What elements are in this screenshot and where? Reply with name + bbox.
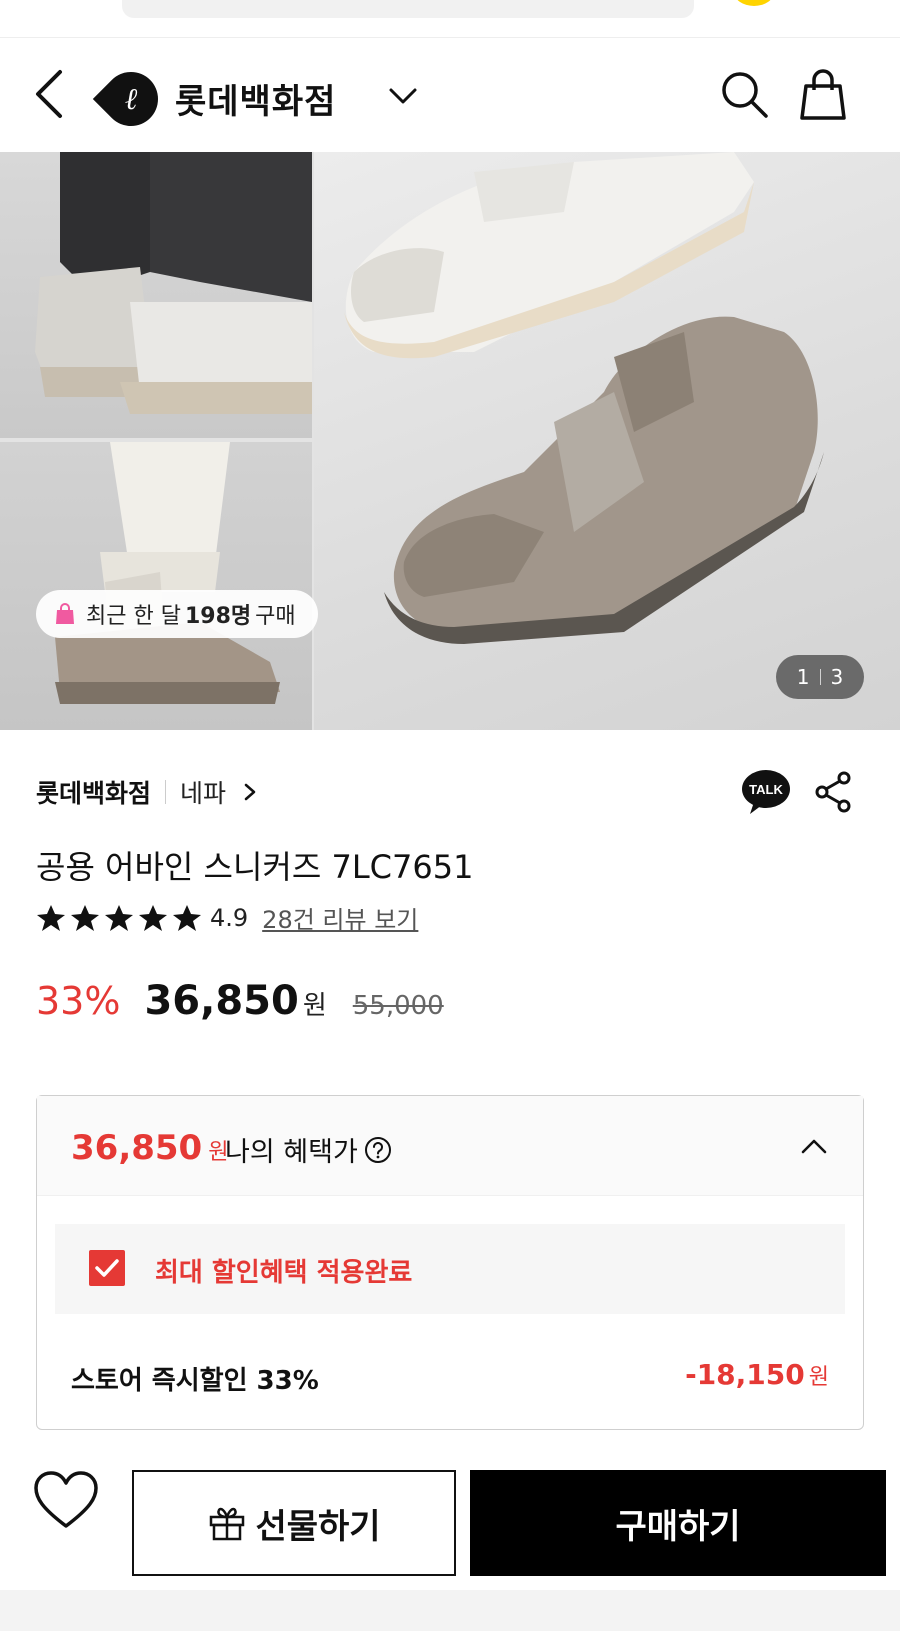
sale-price: 36,850 xyxy=(144,978,299,1024)
buy-button-label: 구매하기 xyxy=(615,1506,741,1547)
system-nav-strip xyxy=(0,1590,900,1631)
price-row: 33% 36,850 원 55,000 xyxy=(36,978,444,1024)
product-title: 공용 어바인 스니커즈 7LC7651 xyxy=(36,848,474,886)
benefit-price: 36,850 원 xyxy=(71,1128,228,1168)
discount-rate: 33% xyxy=(36,979,121,1023)
currency-unit: 원 xyxy=(302,991,327,1021)
store-discount-amount: -18,150 xyxy=(685,1358,805,1391)
buyers-count: 198명 xyxy=(184,604,252,629)
store-discount-value: -18,150 원 xyxy=(685,1358,829,1391)
chevron-right-icon xyxy=(244,783,256,801)
purchase-action-bar: 선물하기 구매하기 xyxy=(0,1448,900,1576)
brand-logo-icon: ℓ xyxy=(92,60,170,138)
original-price: 55,000 xyxy=(352,991,444,1021)
star-icon xyxy=(71,904,99,931)
benefit-price-value: 36,850 xyxy=(71,1128,203,1168)
search-icon[interactable] xyxy=(718,68,770,122)
product-image-carousel[interactable]: 최근 한 달 198명 구매 1 3 xyxy=(0,152,900,730)
worn-shoe-illustration xyxy=(35,152,312,414)
benefit-header[interactable]: 36,850 원 나의 혜택가 xyxy=(37,1096,863,1196)
buy-button[interactable]: 구매하기 xyxy=(470,1470,886,1576)
rating-stars xyxy=(36,904,202,932)
product-photo-worn-bottom xyxy=(0,442,312,730)
rating-row: 4.9 28건 리뷰 보기 xyxy=(36,900,418,935)
star-icon xyxy=(139,904,167,931)
pink-bag-icon xyxy=(56,603,74,624)
buyers-prefix: 최근 한 달 xyxy=(86,604,181,629)
chevron-down-icon[interactable] xyxy=(385,78,421,114)
star-icon xyxy=(173,904,201,931)
max-discount-applied-box: 최대 할인혜택 적용완료 xyxy=(55,1224,845,1314)
star-icon xyxy=(37,904,65,931)
recent-buyers-badge: 최근 한 달 198명 구매 xyxy=(36,590,318,638)
discount-applied-text: 최대 할인혜택 적용완료 xyxy=(155,1258,413,1288)
kakao-talk-icon[interactable]: TALK xyxy=(740,768,792,816)
talk-label: TALK xyxy=(749,782,783,797)
gift-button-label: 선물하기 xyxy=(255,1506,381,1547)
pager-total: 3 xyxy=(830,665,844,689)
divider xyxy=(165,780,167,804)
gift-button[interactable]: 선물하기 xyxy=(132,1470,456,1576)
back-arrow-icon[interactable] xyxy=(30,66,70,122)
store-brand-row[interactable]: 롯데백화점 네파 xyxy=(36,774,260,810)
product-photo-worn-top xyxy=(0,152,312,438)
app-header: ℓ 롯데백화점 xyxy=(0,38,900,152)
heart-icon[interactable] xyxy=(32,1470,100,1532)
worn-shoe-illustration-2 xyxy=(55,442,280,704)
checked-checkbox-icon[interactable] xyxy=(89,1250,125,1286)
address-bar[interactable] xyxy=(122,0,694,18)
my-benefit-panel: 36,850 원 나의 혜택가 최대 할인혜택 적용완료 스토어 즉시할인 33… xyxy=(36,1095,864,1430)
notification-dot-icon xyxy=(734,0,774,6)
gift-icon xyxy=(210,1507,245,1541)
product-photo-main xyxy=(314,152,900,730)
review-link[interactable]: 28건 리뷰 보기 xyxy=(262,900,418,935)
carousel-pager: 1 3 xyxy=(776,655,864,699)
star-icon xyxy=(105,904,133,931)
brand-title[interactable]: 롯데백화점 xyxy=(175,74,336,123)
share-icon[interactable] xyxy=(814,770,854,814)
sneaker-illustration xyxy=(344,152,824,644)
rating-value: 4.9 xyxy=(210,903,249,932)
store-discount-label: 스토어 즉시할인 33% xyxy=(71,1366,319,1396)
browser-top-strip xyxy=(0,0,900,38)
store-name: 롯데백화점 xyxy=(36,779,152,808)
pager-separator xyxy=(819,669,821,685)
buyers-suffix: 구매 xyxy=(255,604,296,629)
pager-current: 1 xyxy=(796,665,810,689)
chevron-up-icon[interactable] xyxy=(799,1134,829,1158)
shopping-bag-icon[interactable] xyxy=(798,68,848,122)
benefit-label-text: 나의 혜택가 xyxy=(225,1137,358,1168)
store-discount-currency: 원 xyxy=(808,1365,829,1390)
help-circle-icon[interactable] xyxy=(364,1136,392,1164)
benefit-label: 나의 혜택가 xyxy=(225,1130,392,1169)
brand-name: 네파 xyxy=(180,779,227,808)
